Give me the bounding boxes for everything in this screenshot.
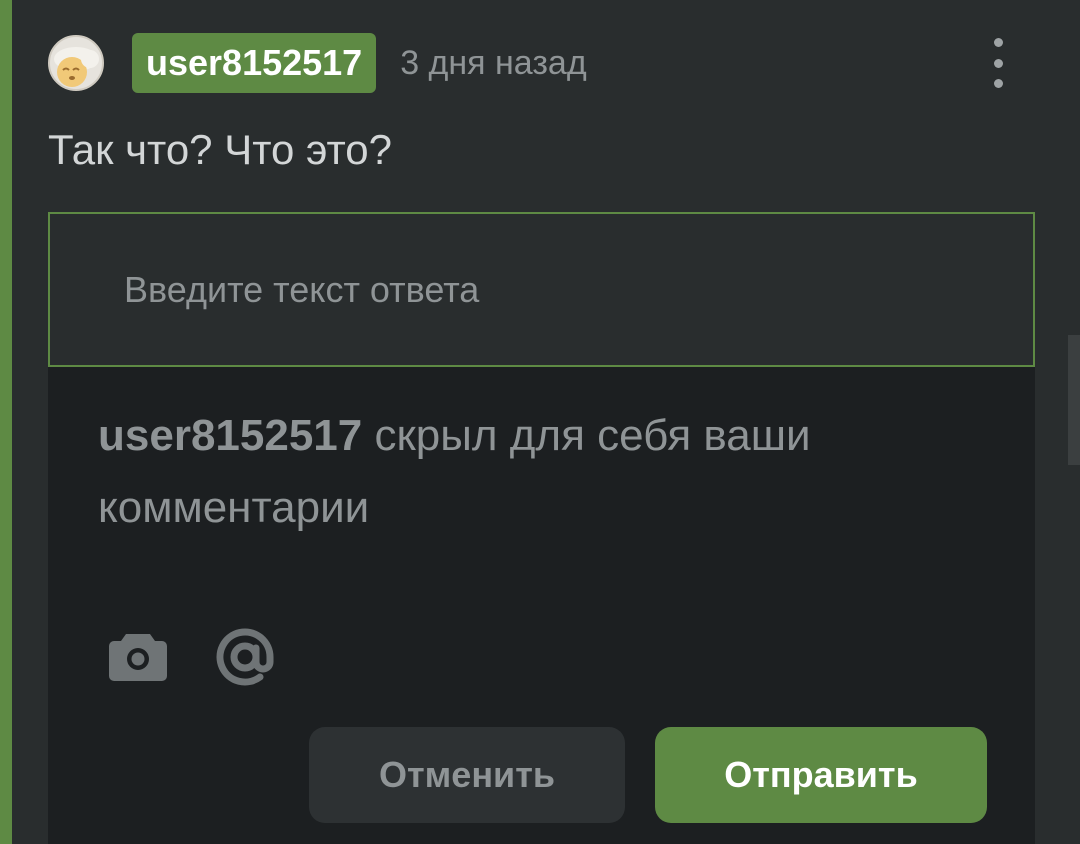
more-vertical-icon[interactable] xyxy=(986,38,1010,88)
more-dot xyxy=(993,38,1003,47)
username-badge[interactable]: user8152517 xyxy=(132,33,377,93)
notice-username: user8152517 xyxy=(98,411,363,460)
avatar-face-icon xyxy=(54,47,99,87)
more-dot xyxy=(993,58,1003,68)
reply-form: Введите текст ответа user8152517 скрыл д… xyxy=(48,212,1035,844)
thread-accent-bar xyxy=(0,0,12,844)
cancel-button[interactable]: Отменить xyxy=(309,727,625,823)
comment-thread: user8152517 3 дня назад Так что? Что это… xyxy=(0,0,1080,844)
hidden-comments-notice: user8152517 скрыл для себя ваши коммента… xyxy=(98,400,958,544)
more-dot xyxy=(993,79,1003,88)
camera-icon[interactable] xyxy=(108,630,168,682)
comment-timestamp: 3 дня назад xyxy=(400,43,587,82)
comment-header: user8152517 3 дня назад xyxy=(48,32,1032,94)
send-button[interactable]: Отправить xyxy=(655,727,987,823)
comment-body: Так что? Что это? xyxy=(48,126,392,173)
reply-input[interactable]: Введите текст ответа xyxy=(48,212,1035,367)
scrollbar-thumb[interactable] xyxy=(1068,335,1080,465)
avatar[interactable] xyxy=(48,35,104,91)
at-sign-icon[interactable] xyxy=(212,624,278,690)
